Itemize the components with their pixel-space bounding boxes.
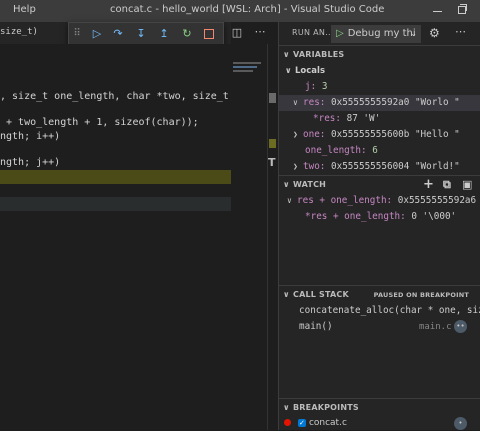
debug-toolbar: ⠿ ▷ ↷ ↧ ↥ ↻ bbox=[68, 22, 224, 46]
chevron-right-icon: ❯ bbox=[293, 130, 298, 139]
chevron-down-icon: ⌄ bbox=[410, 29, 417, 38]
chevron-down-icon: ∨ bbox=[283, 50, 290, 59]
gear-icon[interactable]: ⚙ bbox=[429, 26, 440, 40]
start-debug-icon[interactable]: ▷ bbox=[336, 28, 344, 39]
code-line: + two_length + 1, sizeof(char)); bbox=[0, 117, 199, 128]
variable-row[interactable]: *res: 87 'W' bbox=[279, 111, 480, 127]
scope-locals[interactable]: ∨ Locals bbox=[279, 63, 480, 79]
menu-help[interactable]: Help bbox=[13, 4, 36, 15]
drag-handle-icon[interactable]: ⠿ bbox=[72, 25, 82, 43]
run-debug-header: RUN AN... ▷ Debug my thi ⌄ ⚙ ⋯ bbox=[279, 22, 480, 44]
breakpoint-row[interactable]: ✓ concat.c • bbox=[279, 415, 480, 431]
stack-frame[interactable]: main() main.c •• bbox=[279, 319, 480, 335]
call-stack-header[interactable]: ∨ CALL STACK PAUSED ON BREAKPOINT bbox=[279, 285, 480, 304]
watch-row[interactable]: *res + one_length: 0 '\000' bbox=[279, 209, 480, 225]
chevron-down-icon: ∨ bbox=[287, 196, 292, 205]
code-line: ngth; i++) bbox=[0, 131, 61, 142]
frame-badge: •• bbox=[454, 320, 467, 333]
text-cursor-icon: T bbox=[268, 156, 276, 169]
title-bar: Help concat.c - hello_world [WSL: Arch] … bbox=[0, 0, 480, 22]
minimize-icon[interactable] bbox=[426, 2, 450, 18]
chevron-right-icon: ❯ bbox=[293, 162, 298, 171]
stop-icon[interactable] bbox=[200, 25, 218, 43]
breakpoint-count-badge: • bbox=[454, 417, 467, 430]
variable-row[interactable]: ❯ one: 0x55555555600b "Hello " bbox=[279, 127, 480, 143]
variables-header[interactable]: ∨ VARIABLES bbox=[279, 45, 480, 64]
split-editor-icon[interactable]: ◫ bbox=[231, 27, 243, 39]
debug-config-select[interactable]: ▷ Debug my thi ⌄ bbox=[331, 25, 421, 43]
chevron-down-icon: ∨ bbox=[283, 403, 290, 412]
variable-row[interactable]: one_length: 6 bbox=[279, 143, 480, 159]
breakpoint-icon bbox=[284, 419, 291, 426]
chevron-down-icon: ∨ bbox=[283, 180, 290, 189]
chevron-down-icon: ∨ bbox=[285, 66, 292, 75]
continue-icon[interactable]: ▷ bbox=[88, 25, 106, 43]
restore-icon[interactable] bbox=[450, 2, 474, 18]
variable-row[interactable]: ❯ two: 0x555555556004 "World!" bbox=[279, 159, 480, 175]
breadcrumb[interactable]: size_t) bbox=[0, 27, 38, 37]
current-line-highlight bbox=[0, 170, 231, 184]
watch-row[interactable]: ∨res + one_length: 0x5555555592a6 "" bbox=[279, 193, 480, 209]
window-title: concat.c - hello_world [WSL: Arch] - Vis… bbox=[110, 4, 385, 15]
run-debug-panel: RUN AN... ▷ Debug my thi ⌄ ⚙ ⋯ ∨ VARIABLE… bbox=[278, 22, 480, 430]
debug-config-label: Debug my thi bbox=[347, 28, 416, 39]
variable-row[interactable]: ∨ res: 0x5555555592a0 "Worlo " bbox=[279, 95, 480, 111]
add-expression-icon[interactable]: + bbox=[423, 177, 434, 192]
run-and-debug-title: RUN AN... bbox=[292, 28, 334, 37]
code-line: ngth; j++) bbox=[0, 157, 61, 168]
code-line: , size_t one_length, char *two, size_t t bbox=[0, 91, 231, 102]
variable-row[interactable]: j: 3 bbox=[279, 79, 480, 95]
code-editor[interactable]: , size_t one_length, char *two, size_t t… bbox=[0, 44, 231, 430]
debug-status: PAUSED ON BREAKPOINT bbox=[373, 291, 469, 299]
watch-header[interactable]: ∨ WATCH + ⧉ ▣ bbox=[279, 175, 480, 194]
collapse-all-icon[interactable]: ▣ bbox=[462, 178, 473, 191]
more-actions-icon[interactable]: ⋯ bbox=[455, 25, 466, 38]
more-actions-icon[interactable]: ⋯ bbox=[254, 26, 266, 38]
restart-icon[interactable]: ↻ bbox=[178, 25, 196, 43]
chevron-down-icon: ∨ bbox=[283, 290, 290, 299]
minimap[interactable] bbox=[231, 44, 267, 430]
overview-ruler[interactable]: T bbox=[267, 44, 277, 430]
step-over-icon[interactable]: ↷ bbox=[109, 25, 127, 43]
checkbox-checked-icon[interactable]: ✓ bbox=[297, 418, 306, 427]
refresh-icon[interactable]: ⧉ bbox=[443, 178, 451, 192]
step-into-icon[interactable]: ↧ bbox=[132, 25, 150, 43]
stack-frame[interactable]: concatenate_alloc(char * one, size_ bbox=[279, 303, 480, 319]
step-out-icon[interactable]: ↥ bbox=[155, 25, 173, 43]
selected-line bbox=[0, 197, 231, 211]
chevron-down-icon: ∨ bbox=[293, 98, 298, 107]
